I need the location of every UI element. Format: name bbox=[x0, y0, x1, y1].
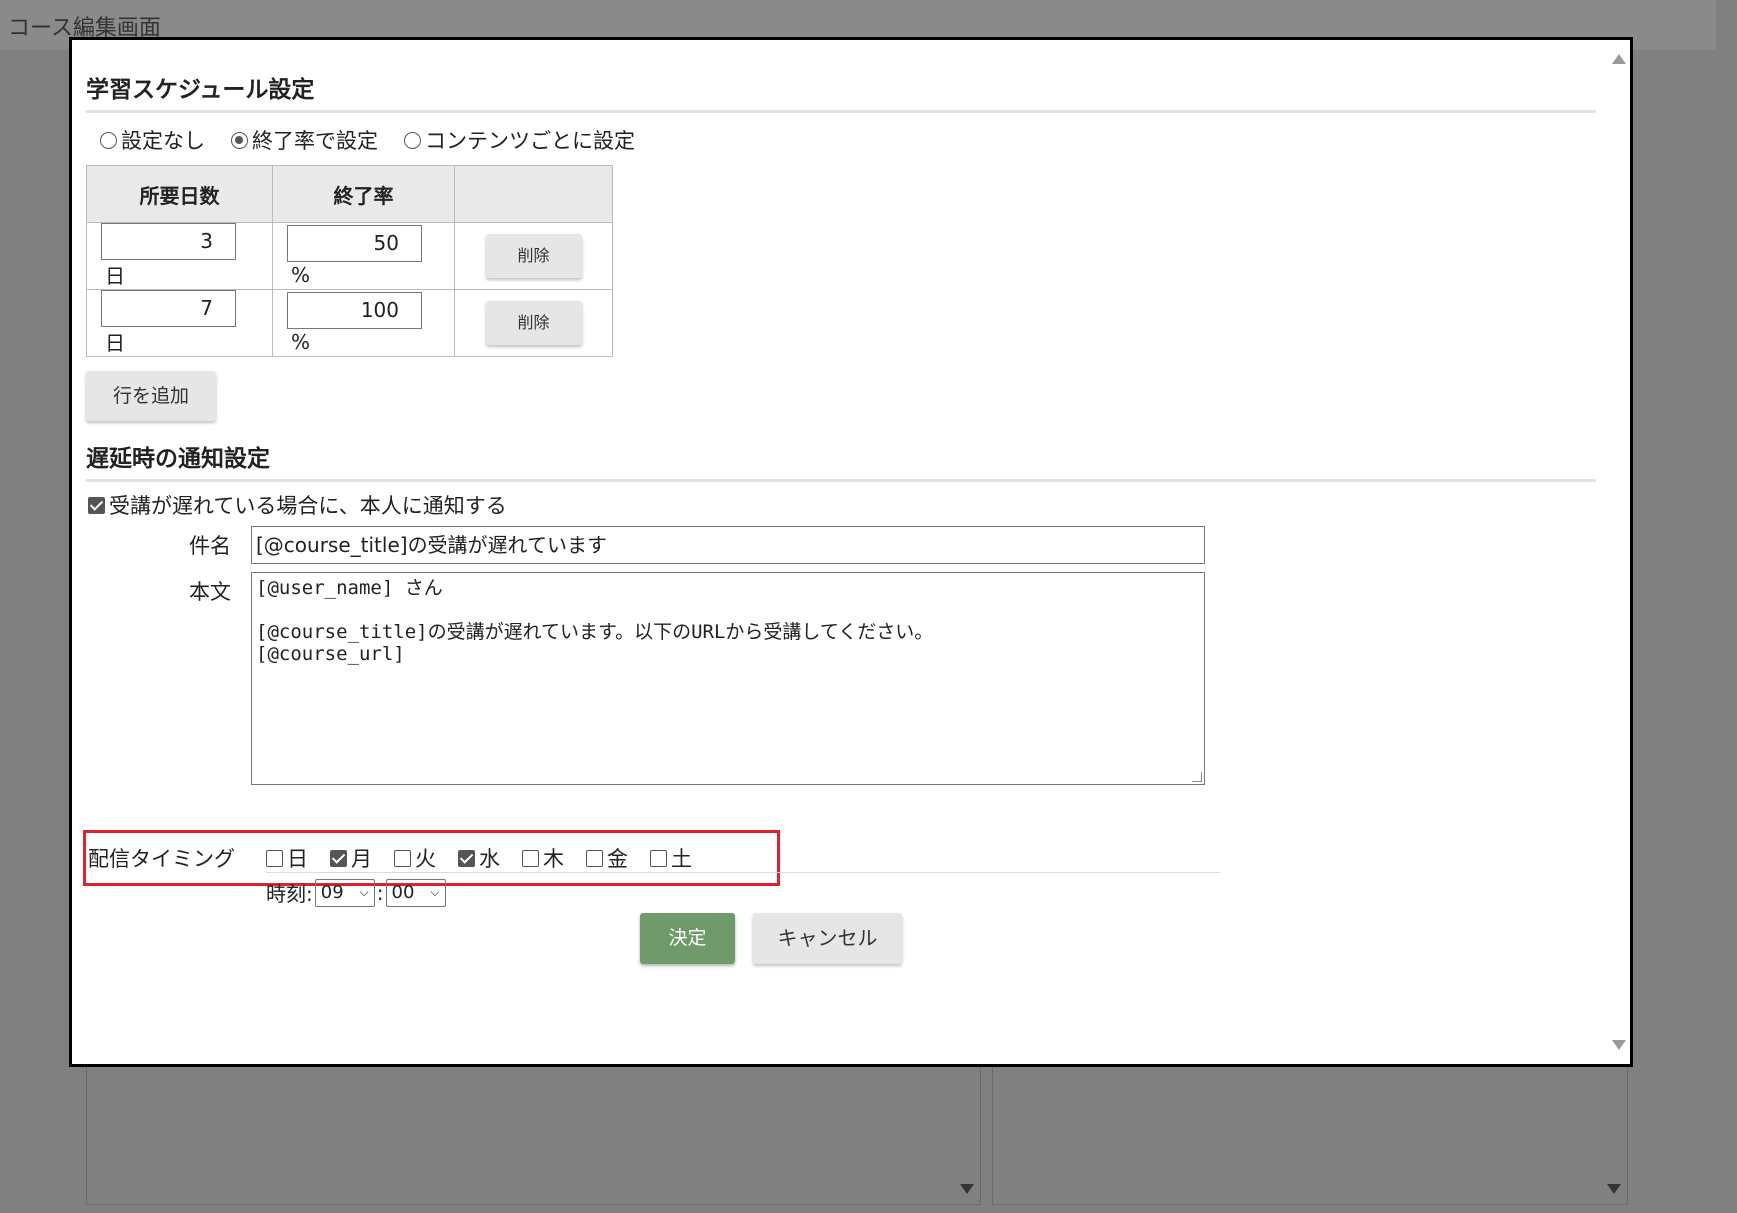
notify-learner-label: 受講が遅れている場合に、本人に通知する bbox=[109, 494, 507, 518]
subject-label: 件名 bbox=[189, 534, 231, 558]
chevron-down-icon: ⌵ bbox=[430, 885, 440, 899]
radio-icon[interactable] bbox=[404, 131, 421, 149]
day-checkbox-sun[interactable]: 日 bbox=[266, 843, 308, 873]
body-label: 本文 bbox=[189, 580, 231, 604]
day-label: 木 bbox=[543, 847, 564, 871]
body-text: [@user_name] さん [@course_title]の受講が遅れていま… bbox=[256, 577, 934, 665]
days-input[interactable]: 7 bbox=[101, 290, 236, 327]
day-unit: 日 bbox=[105, 331, 125, 355]
day-checkbox-fri[interactable]: 金 bbox=[586, 843, 628, 873]
rate-input[interactable]: 50 bbox=[287, 224, 422, 262]
day-checkbox-sat[interactable]: 土 bbox=[650, 843, 692, 873]
timing-label: 配信タイミング bbox=[88, 847, 235, 871]
radio-label: 終了率で設定 bbox=[252, 129, 378, 153]
time-label: 時刻: bbox=[266, 882, 313, 906]
radio-option-per-content[interactable]: コンテンツごとに設定 bbox=[404, 125, 635, 155]
column-header-actions bbox=[454, 165, 613, 223]
checkbox-icon[interactable] bbox=[586, 849, 603, 867]
checkbox-checked-icon[interactable] bbox=[458, 849, 475, 867]
chevron-down-icon: ⌵ bbox=[359, 885, 369, 899]
add-row-button[interactable]: 行を追加 bbox=[86, 371, 216, 421]
subject-input[interactable]: [@course_title]の受講が遅れています bbox=[251, 526, 1205, 564]
day-label: 土 bbox=[671, 847, 692, 871]
background-panel-left bbox=[86, 1060, 981, 1205]
radio-option-completion-rate[interactable]: 終了率で設定 bbox=[231, 125, 378, 155]
days-input[interactable]: 3 bbox=[101, 223, 236, 260]
table-row: 7 日 100% 削除 bbox=[86, 289, 613, 357]
body-row: 本文 [@user_name] さん [@course_title]の受講が遅れ… bbox=[86, 572, 1596, 785]
delete-row-button[interactable]: 削除 bbox=[485, 234, 582, 278]
modal-content: 学習スケジュール設定 設定なし 終了率で設定 コンテンツごとに設定 所要日数 終… bbox=[83, 70, 1596, 964]
day-label: 水 bbox=[479, 847, 500, 871]
notification-heading: 遅延時の通知設定 bbox=[86, 439, 1596, 482]
scroll-down-icon[interactable] bbox=[960, 1184, 974, 1194]
timing-divider bbox=[266, 872, 1220, 873]
checkbox-icon[interactable] bbox=[266, 849, 283, 867]
day-checkbox-wed[interactable]: 水 bbox=[458, 843, 500, 873]
checkbox-icon[interactable] bbox=[650, 849, 667, 867]
day-label: 金 bbox=[607, 847, 628, 871]
radio-selected-icon[interactable] bbox=[231, 131, 248, 149]
subject-row: 件名 [@course_title]の受講が遅れています bbox=[86, 526, 1596, 564]
minute-value: 00 bbox=[391, 882, 415, 903]
background-panel-right bbox=[992, 1060, 1628, 1205]
body-textarea[interactable]: [@user_name] さん [@course_title]の受講が遅れていま… bbox=[251, 572, 1205, 785]
notify-learner-checkbox[interactable]: 受講が遅れている場合に、本人に通知する bbox=[86, 490, 1596, 520]
radio-label: コンテンツごとに設定 bbox=[425, 129, 635, 153]
course-edit-modal: 学習スケジュール設定 設定なし 終了率で設定 コンテンツごとに設定 所要日数 終… bbox=[69, 37, 1633, 1067]
radio-icon[interactable] bbox=[100, 131, 117, 149]
day-checkbox-tue[interactable]: 火 bbox=[394, 843, 436, 873]
delivery-timing-row: 配信タイミング 日 月 火 水 木 金 土 bbox=[86, 840, 714, 876]
column-header-days: 所要日数 bbox=[86, 165, 273, 223]
cancel-button[interactable]: キャンセル bbox=[753, 913, 902, 964]
checkbox-icon[interactable] bbox=[522, 849, 539, 867]
schedule-table: 所要日数 終了率 3日 50% 削除 7日 100% 削除 bbox=[86, 165, 613, 357]
day-unit: 日 bbox=[105, 264, 125, 288]
radio-label: 設定なし bbox=[121, 129, 205, 153]
confirm-button[interactable]: 決定 bbox=[640, 913, 735, 964]
percent-unit: % bbox=[291, 263, 311, 288]
scroll-down-icon[interactable] bbox=[1607, 1184, 1621, 1194]
scroll-up-icon[interactable] bbox=[1612, 54, 1626, 64]
hour-select[interactable]: 09 ⌵ bbox=[314, 878, 375, 907]
day-label: 火 bbox=[415, 847, 436, 871]
hour-value: 09 bbox=[320, 882, 344, 903]
column-header-rate: 終了率 bbox=[272, 165, 455, 223]
resize-grip-icon[interactable] bbox=[1192, 772, 1202, 782]
modal-actions: 決定 キャンセル bbox=[86, 913, 1596, 964]
minute-select[interactable]: 00 ⌵ bbox=[385, 878, 446, 907]
table-row: 3 日 50% 削除 bbox=[86, 222, 613, 290]
day-checkbox-thu[interactable]: 木 bbox=[522, 843, 564, 873]
percent-unit: % bbox=[291, 330, 311, 355]
time-row: 時刻: 09 ⌵ : 00 ⌵ bbox=[266, 878, 446, 907]
radio-option-none[interactable]: 設定なし bbox=[100, 125, 205, 155]
day-checkbox-mon[interactable]: 月 bbox=[330, 843, 372, 873]
day-label: 月 bbox=[351, 847, 372, 871]
scroll-down-icon[interactable] bbox=[1612, 1040, 1626, 1050]
checkbox-checked-icon[interactable] bbox=[88, 496, 105, 514]
day-label: 日 bbox=[287, 847, 308, 871]
schedule-mode-radio-group: 設定なし 終了率で設定 コンテンツごとに設定 bbox=[86, 123, 1596, 157]
rate-input[interactable]: 100 bbox=[287, 291, 422, 329]
schedule-heading: 学習スケジュール設定 bbox=[86, 70, 1596, 113]
checkbox-icon[interactable] bbox=[394, 849, 411, 867]
time-separator: : bbox=[376, 880, 384, 905]
checkbox-checked-icon[interactable] bbox=[330, 849, 347, 867]
delete-row-button[interactable]: 削除 bbox=[485, 301, 582, 345]
